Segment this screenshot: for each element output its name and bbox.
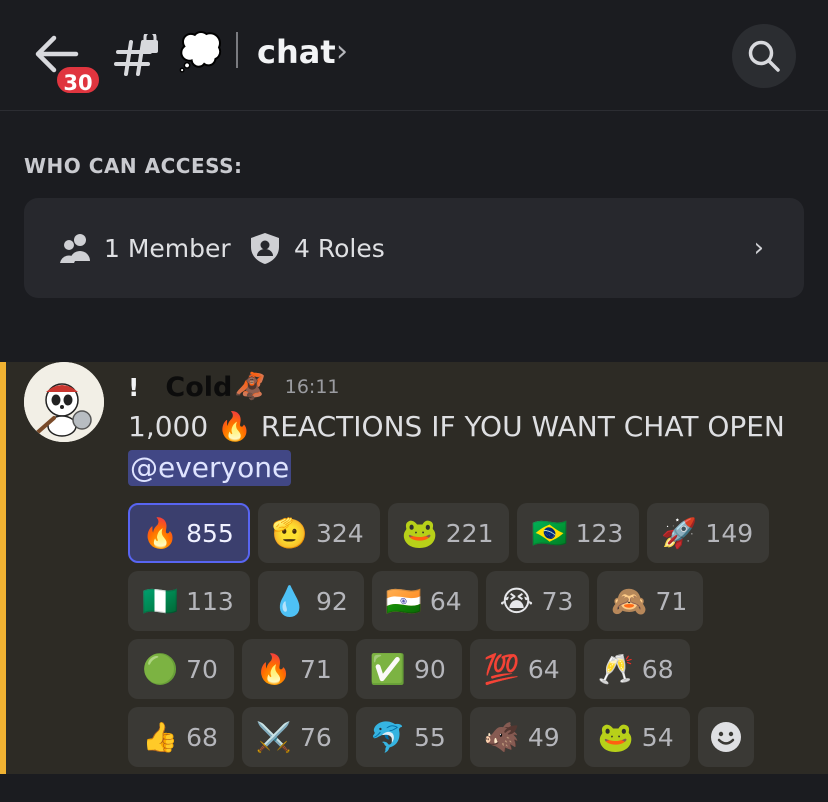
chevron-right-icon[interactable]: ›	[336, 34, 348, 70]
reaction-emoji: 🐗	[483, 720, 520, 754]
shield-icon	[251, 233, 279, 264]
reaction-chip[interactable]: 🙈 71	[597, 571, 704, 631]
reaction-chip[interactable]: 🥂 68	[583, 639, 690, 699]
members-count: 1 Member	[104, 233, 231, 263]
reaction-count: 855	[186, 518, 234, 548]
reaction-emoji: 💧	[271, 584, 308, 618]
add-reaction-smile-icon	[710, 722, 741, 752]
reaction-emoji: 🥂	[597, 652, 634, 686]
reaction-chip[interactable]: 🇧🇷 123	[517, 503, 640, 563]
username-prefix: !	[128, 372, 140, 402]
reaction-chip[interactable]: 🔥 855	[128, 503, 250, 563]
timestamp: 16:11	[284, 376, 340, 398]
reaction-count: 149	[705, 518, 754, 548]
reaction-chip[interactable]: 🐸 221	[387, 503, 510, 563]
channel-title[interactable]: chat	[257, 30, 336, 74]
reaction-emoji: 🇧🇷	[531, 516, 568, 550]
reaction-count: 73	[541, 586, 574, 616]
access-card[interactable]: 1 Member 4 Roles ›	[24, 198, 804, 298]
reaction-emoji: 🇮🇳	[385, 584, 422, 618]
header-divider	[236, 32, 238, 68]
reaction-count: 90	[413, 654, 446, 684]
reaction-emoji: 👍	[142, 720, 179, 754]
reaction-count: 64	[527, 654, 560, 684]
reaction-emoji: 🚀	[661, 516, 698, 550]
message-header: ! Cold 🦧 16:11	[128, 370, 340, 404]
unread-badge: 30	[54, 64, 102, 96]
reaction-chip[interactable]: 🇮🇳 64	[371, 571, 478, 631]
everyone-mention[interactable]: @everyone	[128, 450, 292, 486]
reaction-chip[interactable]: 🐬 55	[355, 707, 462, 767]
mention-highlight-bar	[0, 362, 6, 774]
reaction-row: 🇳🇬 113 💧 92 🇮🇳 64 😭 73 🙈 71	[128, 571, 788, 631]
username[interactable]: Cold	[165, 372, 232, 403]
reaction-emoji: 🫡	[271, 516, 308, 550]
reaction-chip[interactable]: 🚀 149	[647, 503, 770, 563]
username-emoji: 🦧	[234, 372, 267, 402]
reaction-emoji: ⚔️	[255, 720, 293, 754]
reaction-chip[interactable]: 🐗 49	[469, 707, 576, 767]
reaction-chip[interactable]: 💧 92	[257, 571, 364, 631]
add-reaction-button[interactable]	[697, 707, 754, 767]
reaction-emoji: 🟢	[142, 652, 179, 686]
reaction-emoji: 😭	[499, 584, 534, 618]
channel-header: 30 💭 chat ›	[0, 0, 828, 111]
roles-summary: 4 Roles	[248, 228, 385, 268]
access-section-label: WHO CAN ACCESS:	[24, 154, 243, 178]
bottom-bar	[0, 774, 828, 802]
reaction-emoji: 🔥	[255, 652, 293, 686]
reaction-count: 71	[655, 586, 688, 616]
reaction-chip[interactable]: 🇳🇬 113	[128, 571, 250, 631]
reaction-emoji: 🔥	[142, 516, 179, 550]
reaction-row: 👍 68 ⚔️ 76 🐬 55 🐗 49 🐸 54	[128, 707, 788, 767]
panda-avatar-icon	[24, 362, 104, 442]
reaction-count: 54	[641, 722, 674, 752]
reaction-emoji: ✅	[369, 652, 406, 686]
avatar[interactable]	[24, 362, 104, 442]
reaction-count: 113	[186, 586, 234, 616]
reaction-count: 123	[575, 518, 624, 548]
chevron-right-icon[interactable]: ›	[754, 230, 764, 266]
reaction-count: 76	[300, 722, 332, 752]
reaction-chip[interactable]: 💯 64	[469, 639, 576, 699]
locked-channel-icon	[114, 30, 160, 76]
reaction-emoji: 🐸	[401, 516, 438, 550]
reaction-count: 221	[445, 518, 494, 548]
reaction-row: 🔥 855 🫡 324 🐸 221 🇧🇷 123 🚀 149	[128, 503, 788, 563]
reaction-chip[interactable]: 🐸 54	[583, 707, 690, 767]
reaction-chip[interactable]: ✅ 90	[355, 639, 462, 699]
reaction-emoji: 🙈	[611, 584, 648, 618]
reaction-count: 70	[186, 654, 218, 684]
reaction-chip[interactable]: 🫡 324	[257, 503, 380, 563]
search-icon	[748, 40, 780, 72]
reaction-chip[interactable]: 🔥 71	[241, 639, 348, 699]
reaction-chip[interactable]: 🟢 70	[128, 639, 234, 699]
reaction-count: 64	[429, 586, 462, 616]
reaction-count: 71	[300, 654, 332, 684]
reaction-row: 🟢 70 🔥 71 ✅ 90 💯 64 🥂 68	[128, 639, 788, 699]
roles-count: 4 Roles	[294, 233, 385, 263]
reaction-emoji: 💯	[483, 652, 520, 686]
search-button[interactable]	[732, 24, 796, 88]
channel-status-emoji: 💭	[178, 32, 223, 73]
reaction-count: 55	[413, 722, 446, 752]
reaction-count: 92	[315, 586, 348, 616]
reaction-count: 324	[315, 518, 364, 548]
message-text: 1,000 🔥 REACTIONS IF YOU WANT CHAT OPEN	[128, 410, 785, 443]
members-summary: 1 Member	[58, 228, 231, 268]
reaction-emoji: 🐬	[369, 720, 406, 754]
reaction-chip[interactable]: 👍 68	[128, 707, 234, 767]
reaction-count: 68	[641, 654, 674, 684]
reaction-emoji: 🐸	[597, 720, 634, 754]
reactions: 🔥 855 🫡 324 🐸 221 🇧🇷 123 🚀 149 🇳🇬 113 💧 92 🇮🇳 64 😭 73 🙈 71…	[128, 503, 788, 775]
message: ! Cold 🦧 16:11 1,000 🔥 REACTIONS IF YOU …	[0, 362, 828, 774]
reaction-emoji: 🇳🇬	[142, 584, 179, 618]
members-icon	[60, 234, 90, 263]
reaction-chip[interactable]: ⚔️ 76	[241, 707, 348, 767]
reaction-count: 68	[186, 722, 218, 752]
reaction-chip[interactable]: 😭 73	[485, 571, 590, 631]
reaction-count: 49	[527, 722, 560, 752]
